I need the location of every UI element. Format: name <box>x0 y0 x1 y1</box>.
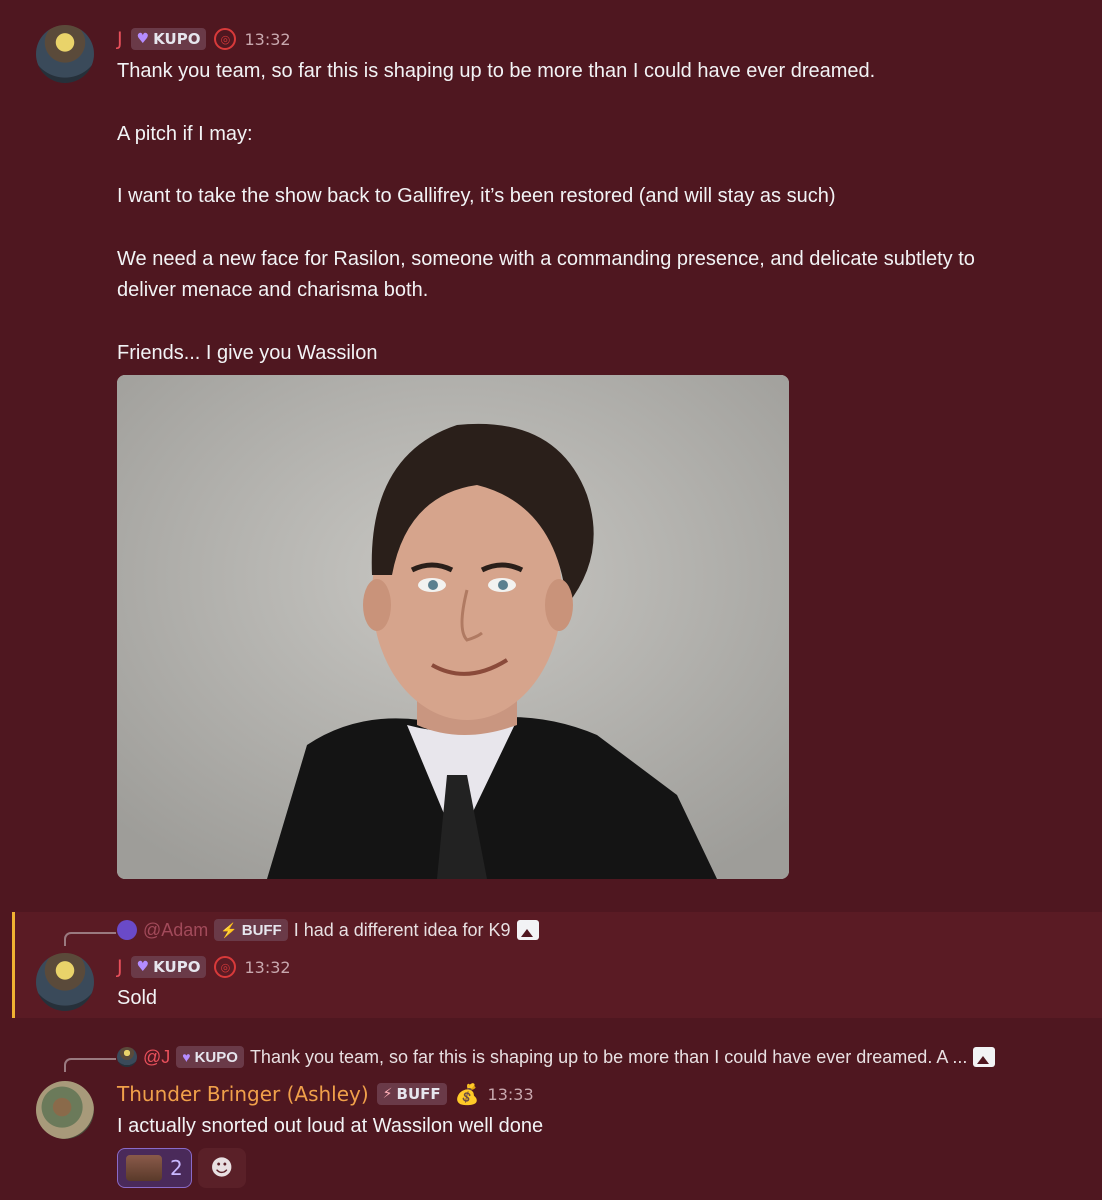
message-text: Sold <box>117 987 158 1009</box>
username[interactable]: J <box>117 28 123 50</box>
heart-icon: ♥ <box>136 31 150 47</box>
reply-mention[interactable]: @Adam <box>143 920 208 941</box>
reaction-count: 2 <box>170 1156 183 1180</box>
role-tag[interactable]: ♥ KUPO <box>130 28 207 50</box>
reply-avatar <box>117 1047 137 1067</box>
reply-preview[interactable]: @J ♥ KUPO Thank you team, so far this is … <box>117 1046 996 1068</box>
timestamp[interactable]: 13:32 <box>244 958 290 977</box>
reply-text: Thank you team, so far this is shaping u… <box>249 1046 968 1067</box>
timestamp[interactable]: 13:33 <box>488 1085 534 1104</box>
image-icon <box>516 920 539 940</box>
reply-preview[interactable]: @Adam ⚡ BUFF I had a different idea for K… <box>117 919 539 941</box>
lightning-icon: ⚡ <box>382 1086 393 1102</box>
message-text: Thank you team, so far this is shaping u… <box>117 60 975 364</box>
money-bag-icon[interactable]: 💰 <box>455 1082 480 1106</box>
message-header: J ♥ KUPO ◎ 13:32 <box>117 956 291 978</box>
reply-role-tag: ♥ KUPO <box>176 1046 244 1068</box>
portrait-image <box>117 375 789 879</box>
avatar[interactable] <box>36 953 94 1011</box>
reply-connector <box>64 1058 116 1072</box>
reply-text: I had a different idea for K9 <box>293 919 511 940</box>
custom-emoji-icon <box>126 1155 162 1181</box>
lightning-icon: ⚡ <box>220 921 238 938</box>
reply-role-tag: ⚡ BUFF <box>214 919 288 941</box>
avatar[interactable] <box>36 1081 94 1139</box>
reactions: 2 ☻ <box>117 1148 246 1188</box>
reply-mention[interactable]: @J <box>143 1047 170 1068</box>
heart-icon: ♥ <box>182 1049 191 1065</box>
avatar[interactable] <box>36 25 94 83</box>
badge-icon[interactable]: ◎ <box>214 956 237 978</box>
add-reaction-button[interactable]: ☻ <box>197 1148 246 1188</box>
message-header: Thunder Bringer (Ashley) ⚡ BUFF 💰 13:33 <box>117 1082 534 1106</box>
reply-avatar <box>117 920 137 940</box>
reply-connector <box>64 932 116 946</box>
role-tag[interactable]: ♥ KUPO <box>130 956 207 978</box>
role-tag[interactable]: ⚡ BUFF <box>376 1083 447 1105</box>
message-text: I actually snorted out loud at Wassilon … <box>117 1115 544 1137</box>
heart-icon: ♥ <box>136 959 150 975</box>
reaction-emoji[interactable]: 2 <box>117 1148 192 1188</box>
message-header: J ♥ KUPO ◎ 13:32 <box>117 28 291 50</box>
image-icon <box>973 1047 996 1067</box>
smiley-icon: ☻ <box>210 1155 234 1181</box>
username[interactable]: Thunder Bringer (Ashley) <box>117 1082 369 1106</box>
timestamp[interactable]: 13:32 <box>244 30 290 49</box>
badge-icon[interactable]: ◎ <box>214 28 237 50</box>
attached-photo[interactable] <box>117 375 789 879</box>
username[interactable]: J <box>117 956 123 978</box>
